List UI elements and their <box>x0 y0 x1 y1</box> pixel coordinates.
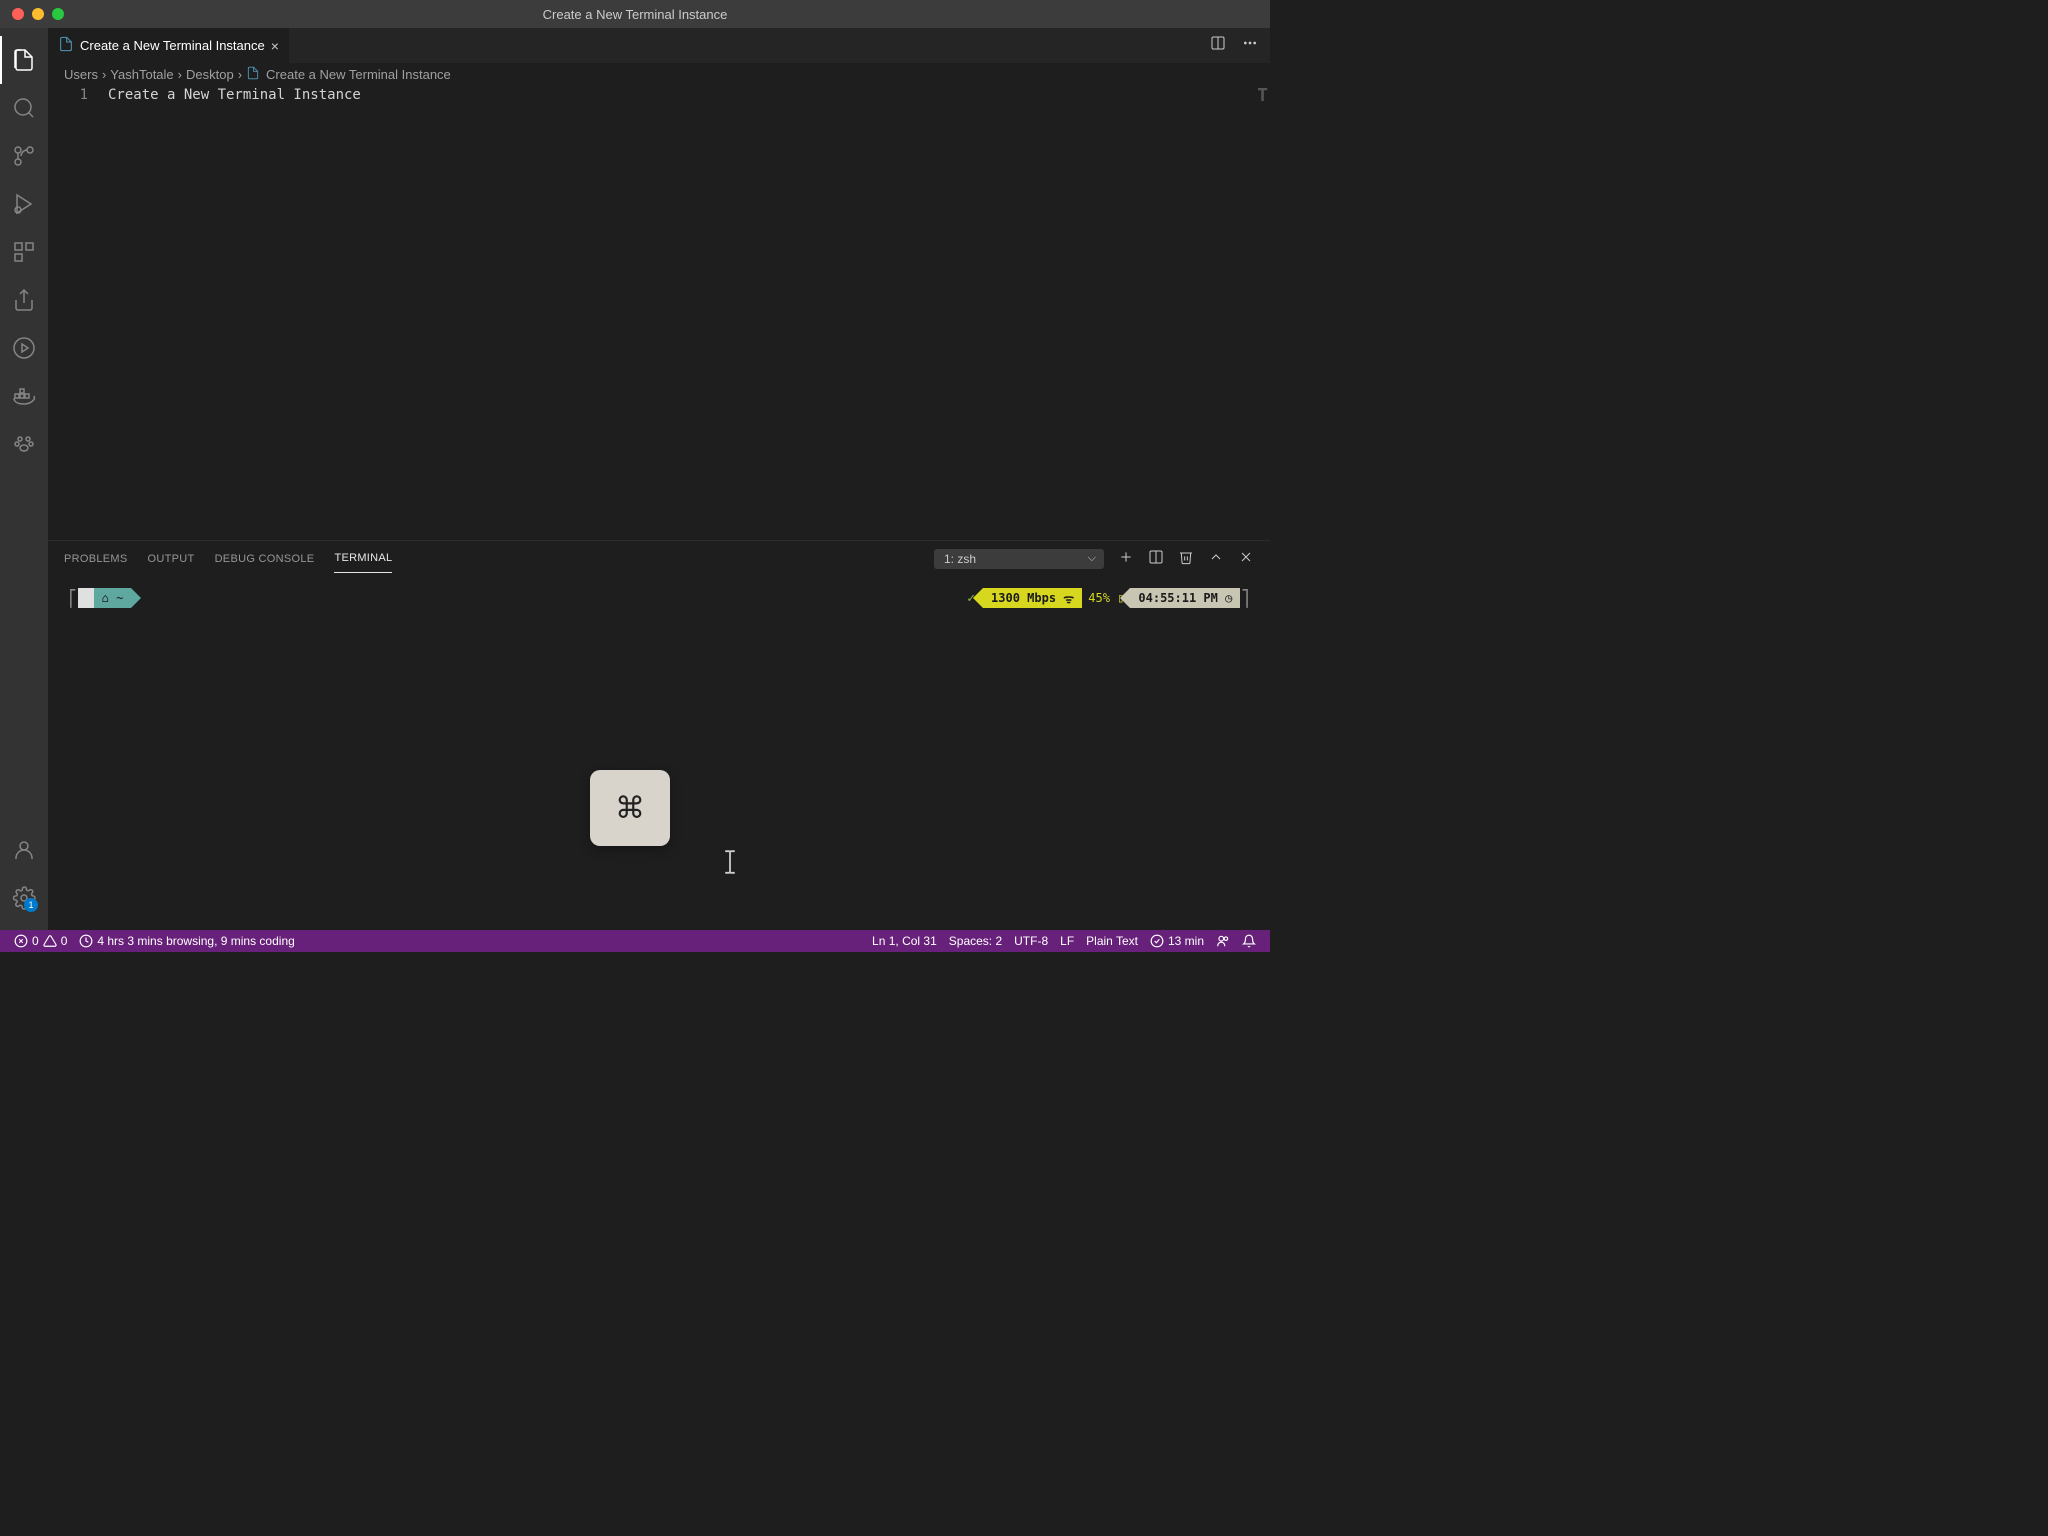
window-controls <box>0 8 64 20</box>
split-editor-icon[interactable] <box>1210 35 1226 56</box>
status-bell-icon[interactable] <box>1236 934 1262 948</box>
tab-terminal[interactable]: TERMINAL <box>334 544 392 573</box>
live-preview-icon[interactable] <box>0 324 48 372</box>
minimap[interactable]: T <box>1255 85 1270 106</box>
titlebar: Create a New Terminal Instance <box>0 0 1270 28</box>
status-eol[interactable]: LF <box>1054 934 1080 948</box>
extensions-icon[interactable] <box>0 228 48 276</box>
bracket-icon: ⎡ <box>68 589 78 608</box>
code-line[interactable]: Create a New Terminal Instance <box>108 85 361 540</box>
status-errors[interactable]: 0 0 <box>8 930 73 952</box>
docker-icon[interactable] <box>0 372 48 420</box>
mbps-value: 1300 Mbps <box>991 591 1056 605</box>
wakatime-value: 13 min <box>1168 934 1204 948</box>
tab-output[interactable]: OUTPUT <box>148 545 195 573</box>
chevron-right-icon: › <box>238 67 242 82</box>
keypress-overlay: ⌘ <box>590 770 670 846</box>
panel-tabs: PROBLEMS OUTPUT DEBUG CONSOLE TERMINAL 1… <box>48 541 1270 576</box>
kill-terminal-icon[interactable] <box>1178 549 1194 568</box>
new-terminal-icon[interactable] <box>1118 549 1134 568</box>
status-time-tracking[interactable]: 4 hrs 3 mins browsing, 9 mins coding <box>73 930 300 952</box>
close-panel-icon[interactable] <box>1238 549 1254 568</box>
terminal-body[interactable]: ⎡ ⌂ ~ ✓ 1300 Mbps ᯤ 45% ▯ <box>48 576 1270 930</box>
time-tracking-text: 4 hrs 3 mins browsing, 9 mins coding <box>97 934 294 948</box>
chevron-right-icon: › <box>102 67 106 82</box>
search-icon[interactable] <box>0 84 48 132</box>
more-actions-icon[interactable] <box>1242 35 1258 56</box>
text-cursor-icon <box>718 850 742 879</box>
split-terminal-icon[interactable] <box>1148 549 1164 568</box>
share-icon[interactable] <box>0 276 48 324</box>
apple-icon <box>78 588 94 608</box>
close-window-button[interactable] <box>12 8 24 20</box>
breadcrumbs[interactable]: Users › YashTotale › Desktop › Create a … <box>48 63 1270 85</box>
activity-bar: 1 <box>0 28 48 930</box>
wifi-icon: ᯤ <box>1063 590 1074 607</box>
breadcrumb-part[interactable]: Users <box>64 67 98 82</box>
explorer-icon[interactable] <box>0 36 48 84</box>
accounts-icon[interactable] <box>0 826 48 874</box>
settings-badge: 1 <box>24 898 38 912</box>
breadcrumb-part[interactable]: YashTotale <box>110 67 173 82</box>
status-bar: 0 0 4 hrs 3 mins browsing, 9 mins coding… <box>0 930 1270 952</box>
home-icon: ⌂ <box>102 591 109 605</box>
status-spaces[interactable]: Spaces: 2 <box>943 934 1008 948</box>
tab-bar: Create a New Terminal Instance × <box>48 28 1270 63</box>
network-segment: 1300 Mbps ᯤ <box>983 588 1082 608</box>
file-icon <box>58 36 74 55</box>
prompt-right: ✓ 1300 Mbps ᯤ 45% ▯ 04:55:11 PM ◷ ⎤ <box>967 588 1250 608</box>
settings-gear-icon[interactable]: 1 <box>0 874 48 922</box>
time-value: 04:55:11 PM <box>1138 591 1217 605</box>
battery-value: 45% <box>1088 591 1110 605</box>
tab-problems[interactable]: PROBLEMS <box>64 545 128 573</box>
breadcrumb-part[interactable]: Create a New Terminal Instance <box>266 67 451 82</box>
prompt-left: ⎡ ⌂ ~ <box>68 588 131 608</box>
file-icon <box>246 66 260 83</box>
status-encoding[interactable]: UTF-8 <box>1008 934 1054 948</box>
maximize-window-button[interactable] <box>52 8 64 20</box>
time-segment: 04:55:11 PM ◷ <box>1130 588 1240 608</box>
chevron-right-icon: › <box>178 67 182 82</box>
status-language[interactable]: Plain Text <box>1080 934 1144 948</box>
tab-label: Create a New Terminal Instance <box>80 38 265 53</box>
path-text: ~ <box>116 591 123 605</box>
status-wakatime[interactable]: 13 min <box>1144 934 1210 948</box>
home-segment: ⌂ ~ <box>94 588 132 608</box>
bottom-panel: PROBLEMS OUTPUT DEBUG CONSOLE TERMINAL 1… <box>48 540 1270 930</box>
terminal-selector[interactable]: 1: zsh <box>934 549 1104 569</box>
warning-count: 0 <box>61 934 68 948</box>
status-feedback-icon[interactable] <box>1210 934 1236 948</box>
editor-content[interactable]: 1 Create a New Terminal Instance T <box>48 85 1270 540</box>
line-number: 1 <box>48 85 108 540</box>
debug-icon[interactable] <box>0 180 48 228</box>
status-cursor[interactable]: Ln 1, Col 31 <box>866 934 943 948</box>
command-key-icon: ⌘ <box>615 791 645 826</box>
editor-tab[interactable]: Create a New Terminal Instance × <box>48 28 289 63</box>
bracket-icon: ⎤ <box>1240 589 1250 608</box>
window-title: Create a New Terminal Instance <box>543 7 728 22</box>
terminal-selector-value: 1: zsh <box>934 549 1104 569</box>
breadcrumb-part[interactable]: Desktop <box>186 67 234 82</box>
tab-debug-console[interactable]: DEBUG CONSOLE <box>215 545 315 573</box>
clock-icon: ◷ <box>1225 591 1232 605</box>
maximize-panel-icon[interactable] <box>1208 549 1224 568</box>
minimize-window-button[interactable] <box>32 8 44 20</box>
paw-icon[interactable] <box>0 420 48 468</box>
error-count: 0 <box>32 934 39 948</box>
close-icon[interactable]: × <box>271 38 279 54</box>
source-control-icon[interactable] <box>0 132 48 180</box>
